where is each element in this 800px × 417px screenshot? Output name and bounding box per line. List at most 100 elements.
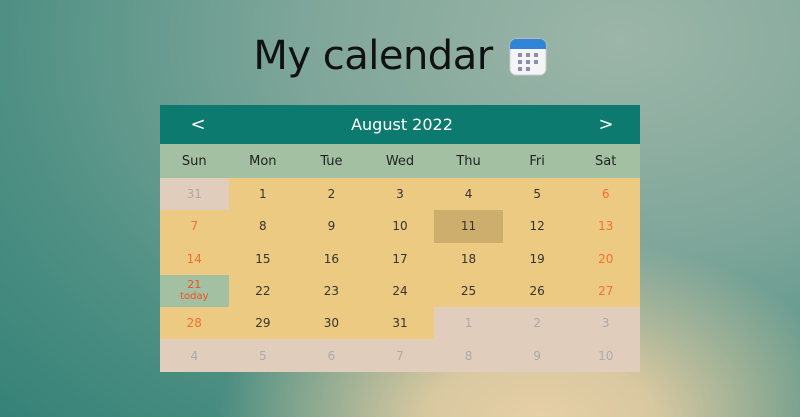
prev-month-button[interactable]: <	[188, 114, 208, 135]
day-cell[interactable]: 16	[297, 243, 366, 275]
day-cell[interactable]: 18	[434, 243, 503, 275]
day-number: 3	[396, 187, 404, 202]
day-number: 13	[598, 219, 614, 234]
day-number: 14	[186, 251, 202, 266]
day-number: 10	[392, 219, 408, 234]
day-number: 18	[460, 251, 477, 266]
day-cell[interactable]: 6	[297, 339, 366, 372]
day-cell[interactable]: 22	[229, 275, 298, 307]
day-cell[interactable]: 3	[571, 307, 640, 340]
day-cell[interactable]: 8	[434, 339, 503, 372]
day-cell[interactable]: 2	[297, 178, 366, 210]
day-cell[interactable]: 21 today	[160, 274, 229, 308]
day-number: 25	[460, 284, 477, 299]
day-cell[interactable]: 26	[503, 275, 572, 307]
day-cell[interactable]: 10	[571, 339, 640, 372]
day-number: 10	[598, 348, 614, 363]
day-number: 11	[460, 219, 477, 234]
day-cell[interactable]: 31	[366, 307, 435, 339]
day-number: 2	[327, 187, 336, 202]
calendar-header: < August 2022 >	[160, 105, 640, 144]
weekday-thu: Thu	[456, 153, 481, 169]
day-cell[interactable]: 7	[160, 210, 229, 242]
weekday-row: Sun Mon Tue Wed Thu Fri Sat	[160, 144, 640, 178]
day-cell[interactable]: 23	[297, 275, 366, 307]
day-number: 19	[529, 251, 545, 266]
day-cell[interactable]: 7	[365, 339, 435, 372]
day-number: 5	[533, 187, 541, 202]
day-number: 4	[464, 187, 473, 202]
day-cell[interactable]: 10	[366, 210, 435, 242]
day-grid: 31 1 2 3 4 5 6 7 8 9 10 11 12 13 14 15 16 17 18 19 20 21 today…	[160, 178, 640, 372]
day-cell[interactable]: 11	[434, 210, 503, 243]
day-cell[interactable]: 5	[503, 178, 572, 210]
weekday-sat: Sat	[595, 153, 617, 169]
weekday-tue: Tue	[320, 153, 343, 169]
day-number: 26	[529, 284, 545, 299]
day-cell[interactable]: 13	[571, 210, 640, 242]
today-label: today	[180, 291, 209, 303]
day-cell[interactable]: 24	[366, 275, 435, 307]
day-cell[interactable]: 9	[297, 210, 366, 242]
day-number: 7	[190, 219, 199, 234]
next-month-button[interactable]: >	[596, 114, 616, 135]
day-cell[interactable]: 6	[571, 178, 640, 210]
day-cell[interactable]: 28	[160, 307, 229, 339]
day-cell[interactable]: 3	[366, 178, 435, 210]
day-cell[interactable]: 14	[160, 243, 229, 275]
day-number: 1	[464, 316, 473, 331]
day-number: 6	[327, 348, 336, 363]
day-cell[interactable]: 1	[434, 307, 503, 340]
day-number: 22	[255, 284, 271, 299]
day-cell[interactable]: 25	[434, 275, 503, 307]
day-number: 1	[259, 187, 267, 202]
day-cell[interactable]: 20	[571, 243, 640, 275]
day-number: 24	[392, 284, 408, 299]
day-cell[interactable]: 4	[160, 339, 229, 372]
calendar-icon	[509, 36, 547, 76]
weekday-sun: Sun	[181, 153, 207, 169]
page-title: My calendar	[253, 33, 493, 79]
day-cell[interactable]: 17	[366, 243, 435, 275]
day-cell[interactable]: 19	[503, 243, 572, 275]
day-number: 15	[255, 251, 271, 266]
day-cell[interactable]: 29	[229, 307, 298, 339]
day-cell[interactable]: 12	[503, 210, 572, 242]
title-row: My calendar	[0, 28, 800, 84]
weekday-fri: Fri	[529, 153, 545, 169]
day-number: 23	[323, 284, 340, 299]
day-cell[interactable]: 8	[229, 210, 298, 242]
weekday-wed: Wed	[385, 153, 415, 169]
day-number: 12	[529, 219, 545, 234]
day-number: 21	[187, 278, 202, 292]
day-number: 27	[598, 284, 614, 299]
day-number: 8	[259, 219, 267, 234]
day-cell[interactable]: 4	[434, 178, 503, 210]
day-number: 20	[598, 251, 614, 266]
day-number: 30	[323, 316, 340, 331]
day-number: 2	[533, 316, 541, 331]
day-number: 7	[396, 348, 404, 363]
day-cell[interactable]: 9	[502, 339, 572, 372]
day-cell[interactable]: 5	[228, 339, 298, 372]
day-number: 31	[392, 316, 408, 331]
day-cell[interactable]: 31	[160, 178, 229, 211]
month-title: August 2022	[351, 115, 453, 134]
day-number: 5	[259, 348, 267, 363]
day-cell[interactable]: 27	[571, 275, 640, 307]
day-number: 8	[464, 348, 473, 363]
day-number: 17	[392, 251, 408, 266]
weekday-mon: Mon	[249, 153, 277, 169]
day-number: 4	[190, 348, 199, 363]
day-number: 9	[533, 348, 541, 363]
day-number: 31	[186, 187, 202, 202]
day-cell[interactable]: 15	[229, 243, 298, 275]
day-number: 28	[186, 316, 202, 331]
day-cell[interactable]: 2	[502, 307, 572, 340]
calendar-widget: < August 2022 > Sun Mon Tue Wed Thu Fri …	[160, 105, 640, 372]
day-number: 16	[323, 251, 340, 266]
day-cell[interactable]: 30	[297, 307, 366, 339]
day-number: 3	[601, 316, 610, 331]
day-number: 6	[601, 187, 610, 202]
day-cell[interactable]: 1	[229, 178, 298, 210]
